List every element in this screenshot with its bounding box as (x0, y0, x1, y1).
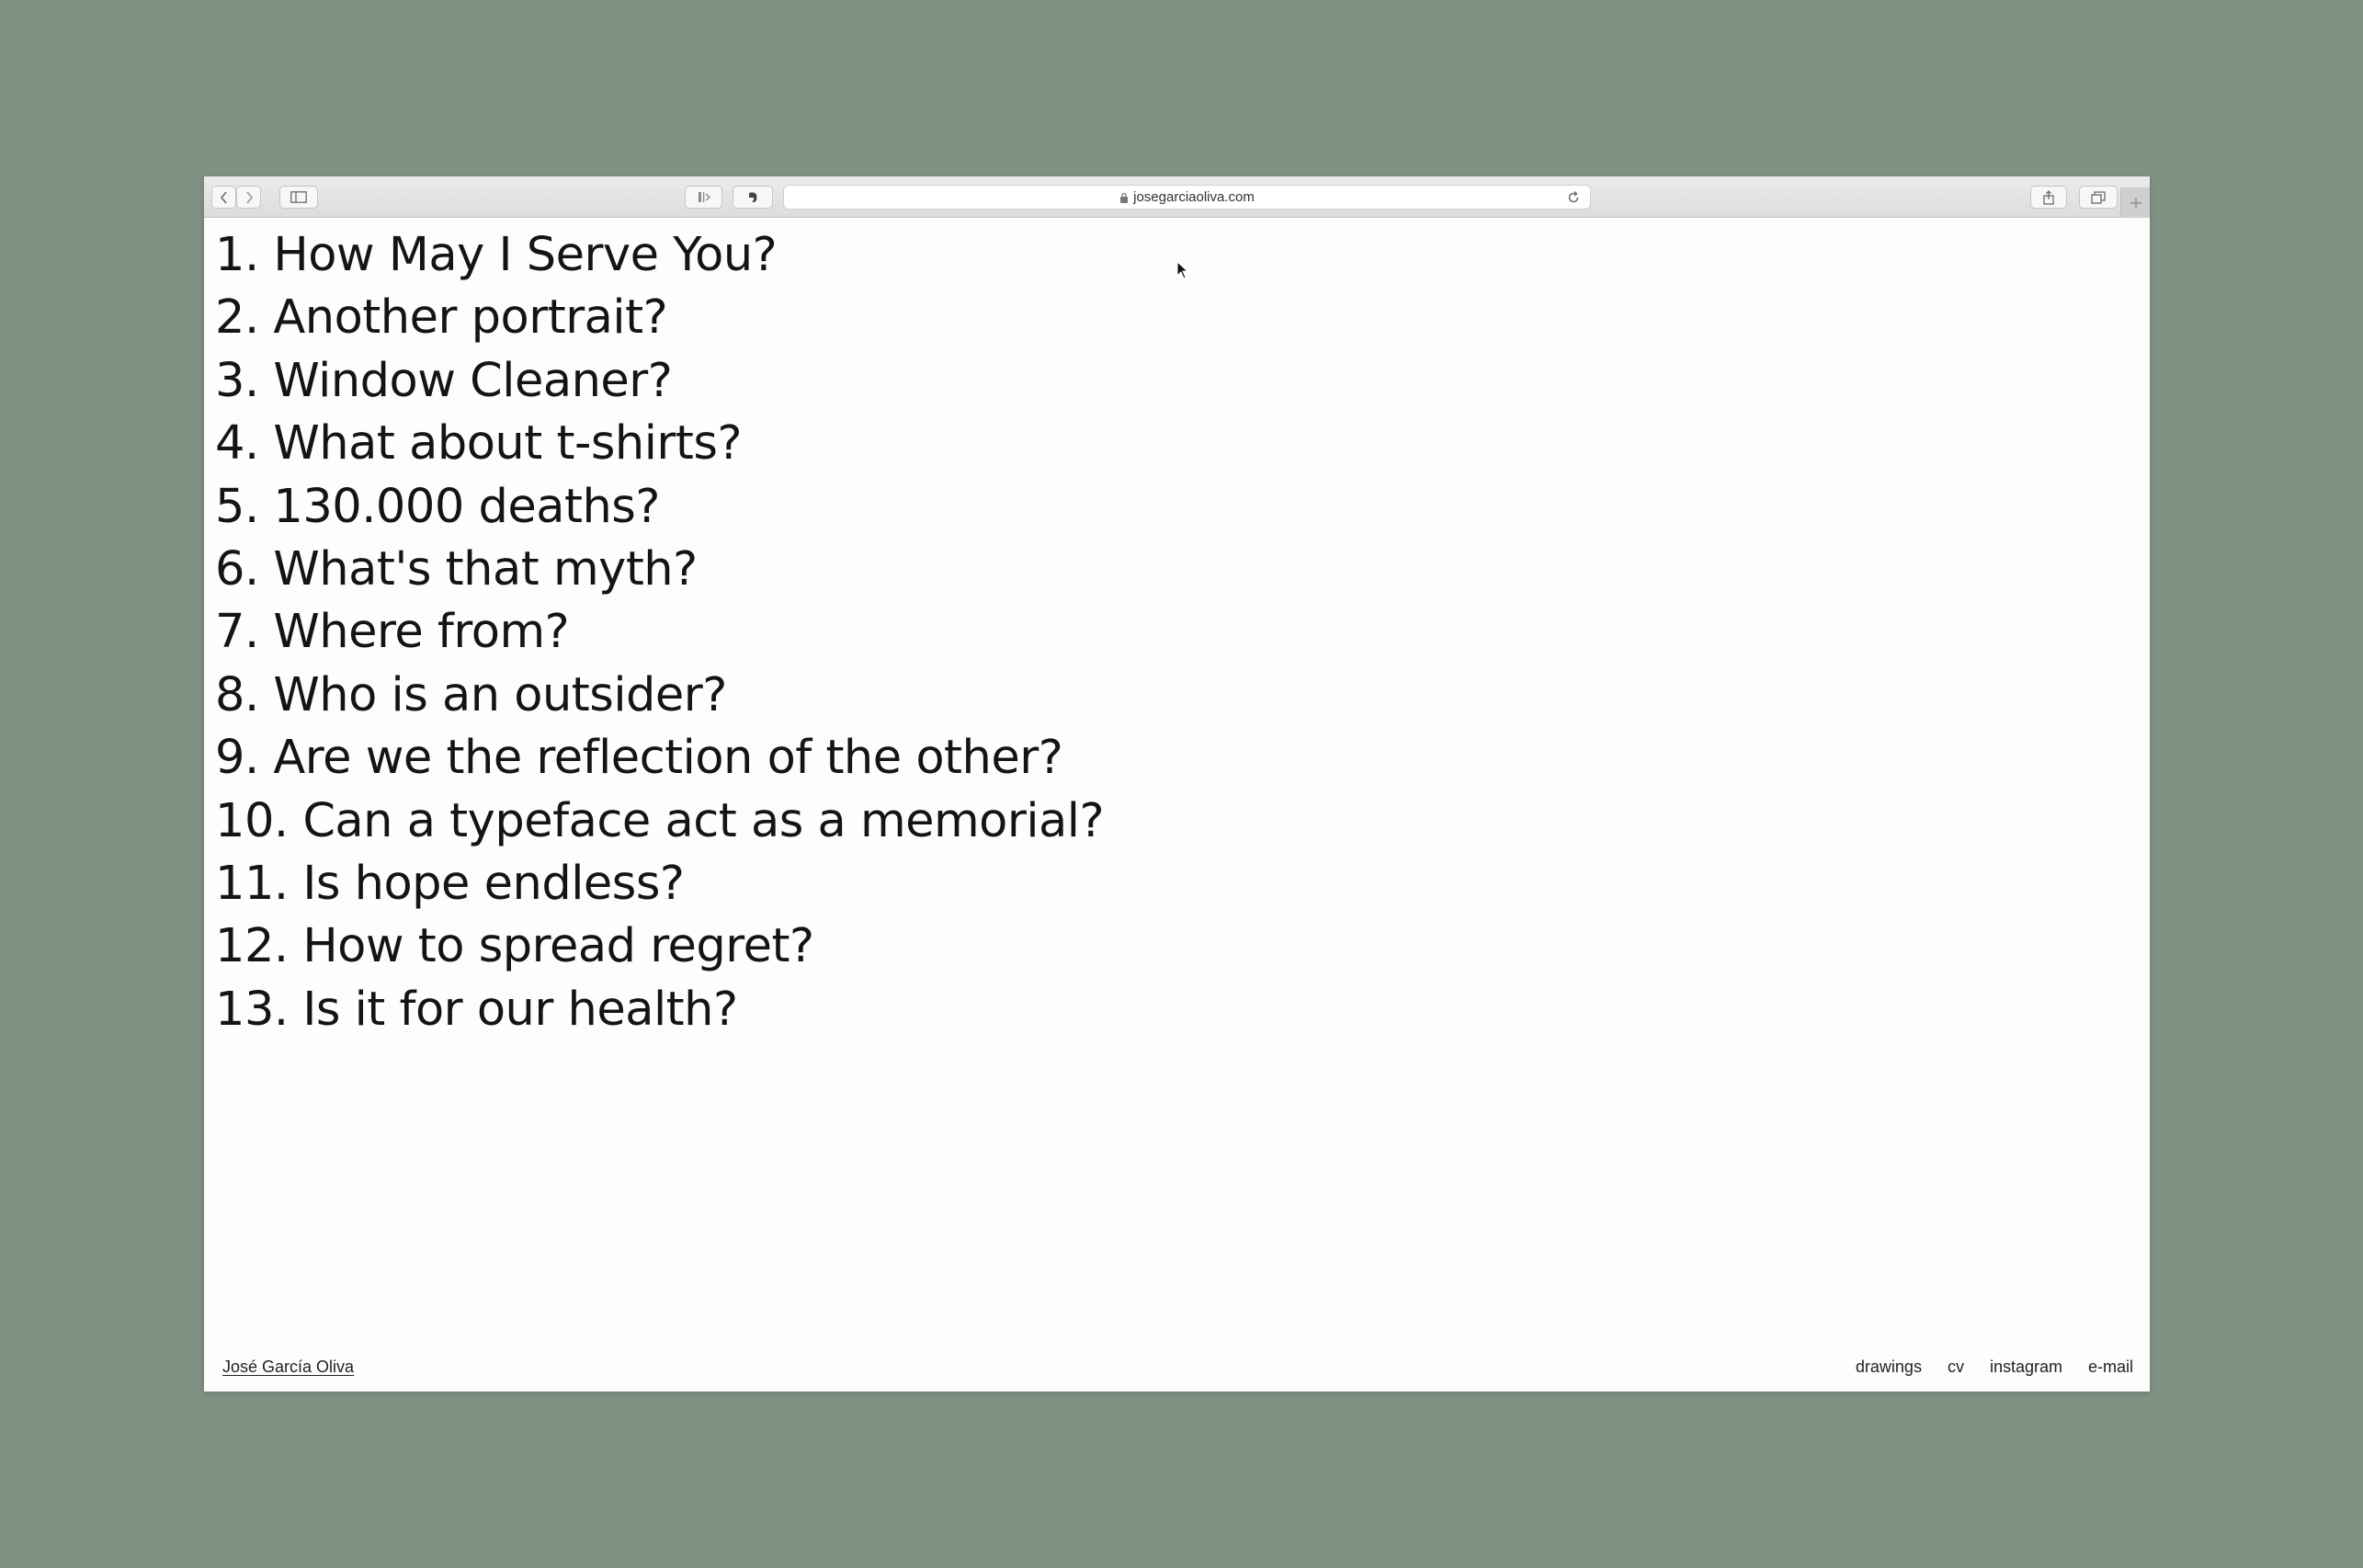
tabs-overview-button[interactable] (2079, 186, 2118, 209)
share-button[interactable] (2030, 186, 2067, 209)
nav-instagram-link[interactable]: instagram (1990, 1358, 2062, 1377)
question-link[interactable]: 7. Where from? (215, 601, 1104, 664)
question-link[interactable]: 12. How to spread regret? (215, 915, 1104, 978)
question-link[interactable]: 10. Can a typeface act as a memorial? (215, 790, 1105, 853)
url-text: josegarciaoliva.com (1133, 189, 1255, 205)
question-link[interactable]: 2. Another portrait? (215, 287, 1104, 349)
footer-nav: drawings cv instagram e-mail (1856, 1358, 2133, 1377)
question-link[interactable]: 6. What's that myth? (215, 539, 1104, 601)
evernote-icon (749, 191, 757, 202)
question-link[interactable]: 5. 130.000 deaths? (215, 476, 1104, 539)
forward-button[interactable] (236, 186, 261, 209)
share-icon (2043, 189, 2054, 205)
browser-toolbar: josegarciaoliva.com (204, 176, 2150, 218)
page-content: 1. How May I Serve You? 2. Another portr… (204, 219, 2150, 1392)
question-list: 1. How May I Serve You? 2. Another portr… (215, 224, 1105, 1041)
browser-window: josegarciaoliva.com 1. How May I Serve Y… (204, 176, 2150, 1392)
back-icon (220, 190, 227, 204)
address-bar[interactable]: josegarciaoliva.com (783, 185, 1591, 210)
question-link[interactable]: 4. What about t-shirts? (215, 413, 1104, 475)
reader-button[interactable] (685, 186, 722, 209)
mouse-cursor-icon (1176, 261, 1189, 279)
reload-icon[interactable] (1566, 190, 1581, 205)
sidebar-icon (290, 191, 307, 203)
question-link[interactable]: 13. Is it for our health? (215, 979, 1104, 1041)
nav-drawings-link[interactable]: drawings (1856, 1358, 1922, 1377)
new-tab-button[interactable] (2120, 187, 2150, 218)
nav-email-link[interactable]: e-mail (2088, 1358, 2133, 1377)
question-link[interactable]: 3. Window Cleaner? (215, 350, 1104, 413)
site-name-link[interactable]: José García Oliva (222, 1358, 354, 1377)
question-link[interactable]: 9. Are we the reflection of the other? (215, 727, 1104, 790)
back-button[interactable] (211, 186, 236, 209)
reader-icon (698, 192, 710, 202)
lock-icon (1120, 192, 1129, 203)
question-link[interactable]: 1. How May I Serve You? (215, 224, 1104, 287)
nav-cv-link[interactable]: cv (1948, 1358, 1964, 1377)
forward-icon (245, 190, 253, 204)
tabs-icon (2091, 190, 2106, 204)
evernote-button[interactable] (733, 186, 773, 209)
question-link[interactable]: 8. Who is an outsider? (215, 665, 1104, 727)
sidebar-button[interactable] (279, 186, 318, 209)
new-tab-icon (2130, 197, 2141, 209)
question-link[interactable]: 11. Is hope endless? (215, 853, 1104, 915)
